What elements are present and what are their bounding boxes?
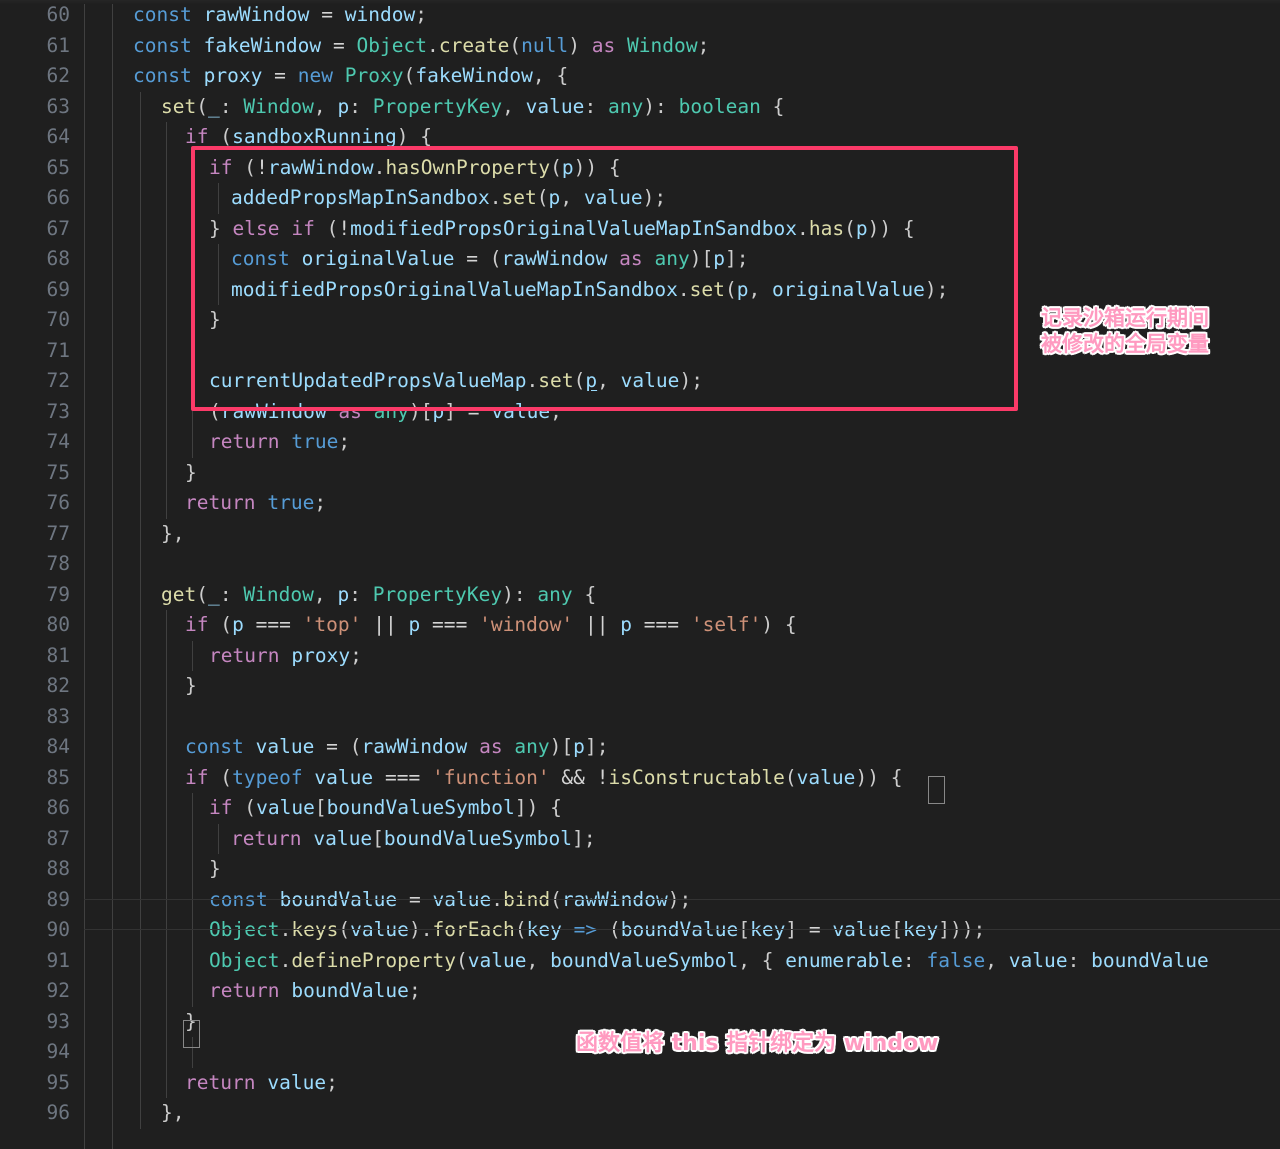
code-line-text: modifiedPropsOriginalValueMapInSandbox.s…	[231, 277, 949, 301]
code-line-text: return true;	[209, 430, 351, 453]
code-line-text: if (p === 'top' || p === 'window' || p =…	[185, 613, 797, 636]
code-line-text: }	[209, 857, 221, 880]
code-line-text: },	[161, 521, 185, 545]
annotation-line-1: 记录沙箱运行期间	[1041, 306, 1209, 330]
code-line-text: Object.keys(value).forEach(key => (bound…	[209, 918, 986, 941]
code-line-text: }	[209, 308, 221, 331]
code-line-text: return boundValue;	[209, 979, 421, 1002]
code-line-text: return value;	[185, 1070, 338, 1094]
code-line[interactable]: if (p === 'top' || p === 'window' || p =…	[0, 610, 1280, 641]
code-line[interactable]: return true;	[0, 427, 1280, 458]
code-line[interactable]: (rawWindow as any)[p] = value;	[0, 396, 1280, 427]
code-line[interactable]: get(_: Window, p: PropertyKey): any {	[0, 579, 1280, 610]
code-line[interactable]: return proxy;	[0, 640, 1280, 671]
code-content[interactable]: const rawWindow = window; const fakeWind…	[0, 0, 1280, 1149]
code-line[interactable]: if (sandboxRunning) {	[0, 122, 1280, 153]
code-line[interactable]: if (!rawWindow.hasOwnProperty(p)) {	[0, 152, 1280, 183]
code-line-text: set(_: Window, p: PropertyKey, value: an…	[161, 94, 785, 118]
code-line[interactable]: return true;	[0, 488, 1280, 519]
code-line[interactable]: modifiedPropsOriginalValueMapInSandbox.s…	[0, 274, 1280, 305]
code-line[interactable]: set(_: Window, p: PropertyKey, value: an…	[0, 91, 1280, 122]
code-line-text: const originalValue = (rawWindow as any)…	[231, 247, 749, 270]
code-line[interactable]: addedPropsMapInSandbox.set(p, value);	[0, 183, 1280, 214]
code-line-text: const rawWindow = window;	[133, 3, 428, 26]
code-line[interactable]: return value;	[0, 1067, 1280, 1098]
code-line-text: } else if (!modifiedPropsOriginalValueMa…	[209, 216, 915, 240]
code-line[interactable]: currentUpdatedPropsValueMap.set(p, value…	[0, 366, 1280, 397]
code-line[interactable]: return value[boundValueSymbol];	[0, 823, 1280, 854]
code-line-text: currentUpdatedPropsValueMap.set(p, value…	[209, 369, 703, 392]
code-line[interactable]: return boundValue;	[0, 976, 1280, 1007]
code-line-text: const fakeWindow = Object.create(null) a…	[133, 33, 710, 57]
current-line-bottom-border	[84, 929, 1280, 930]
code-line[interactable]: const fakeWindow = Object.create(null) a…	[0, 31, 1280, 62]
code-line[interactable]: Object.defineProperty(value, boundValueS…	[0, 945, 1280, 976]
code-line[interactable]: }	[0, 854, 1280, 885]
code-line-text: if (sandboxRunning) {	[185, 125, 432, 148]
code-line-text: const value = (rawWindow as any)[p];	[185, 735, 609, 758]
code-line[interactable]: const value = (rawWindow as any)[p];	[0, 732, 1280, 763]
code-line-text: get(_: Window, p: PropertyKey): any {	[161, 582, 597, 606]
code-line-text: }	[185, 460, 197, 484]
code-line-text: addedPropsMapInSandbox.set(p, value);	[231, 186, 667, 209]
code-line-text: if (typeof value === 'function' && !isCo…	[185, 765, 903, 789]
code-line[interactable]: },	[0, 518, 1280, 549]
code-line-text: const proxy = new Proxy(fakeWindow, {	[133, 64, 569, 87]
code-line-text: },	[161, 1101, 185, 1124]
code-line[interactable]: }	[0, 457, 1280, 488]
code-line[interactable]	[0, 701, 1280, 732]
code-line-text: return proxy;	[209, 643, 362, 667]
code-line-text: Object.defineProperty(value, boundValueS…	[209, 948, 1209, 972]
code-line[interactable]: if (typeof value === 'function' && !isCo…	[0, 762, 1280, 793]
annotation-record-modified-globals: 记录沙箱运行期间 被修改的全局变量	[1041, 305, 1209, 357]
code-line-text: if (value[boundValueSymbol]) {	[209, 796, 562, 819]
code-line[interactable]: },	[0, 1098, 1280, 1129]
current-line-top-border	[84, 899, 1280, 900]
code-line[interactable]	[0, 549, 1280, 580]
code-line[interactable]: } else if (!modifiedPropsOriginalValueMa…	[0, 213, 1280, 244]
code-line-text: return value[boundValueSymbol];	[231, 826, 596, 850]
code-line-text: }	[185, 674, 197, 697]
annotation-bind-this-to-window: 函数值将 this 指针绑定为 window	[576, 1031, 939, 1056]
code-line-text: (rawWindow as any)[p] = value;	[209, 399, 562, 423]
code-line[interactable]: const rawWindow = window;	[0, 0, 1280, 31]
code-line[interactable]: const originalValue = (rawWindow as any)…	[0, 244, 1280, 275]
code-line-text: return true;	[185, 491, 327, 514]
code-line[interactable]: }	[0, 671, 1280, 702]
code-line[interactable]: if (value[boundValueSymbol]) {	[0, 793, 1280, 824]
code-line-text: }	[185, 1009, 197, 1033]
annotation-line-2: 被修改的全局变量	[1041, 332, 1209, 356]
code-line[interactable]: Object.keys(value).forEach(key => (bound…	[0, 915, 1280, 946]
code-line-text: if (!rawWindow.hasOwnProperty(p)) {	[209, 155, 621, 179]
code-editor[interactable]: 60 61 62 63 64 65 66 67 68 69 70 71 72 73 74 75 76 77 78 79…	[0, 0, 1280, 1149]
code-line[interactable]: const proxy = new Proxy(fakeWindow, {	[0, 61, 1280, 92]
